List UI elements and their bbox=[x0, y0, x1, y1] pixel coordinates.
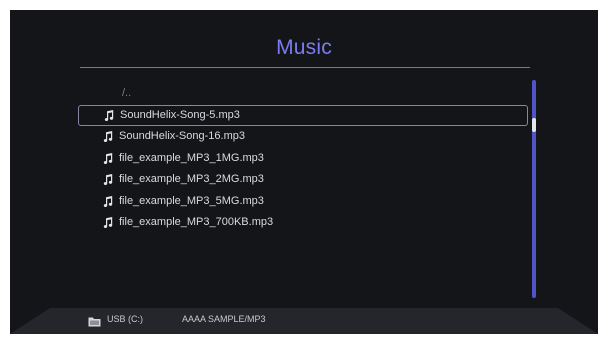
music-note-icon bbox=[104, 109, 114, 121]
file-name: file_example_MP3_5MG.mp3 bbox=[119, 194, 264, 207]
drive-label: USB (C:) bbox=[107, 314, 143, 324]
file-name: file_example_MP3_1MG.mp3 bbox=[119, 151, 264, 164]
music-note-icon bbox=[103, 152, 113, 164]
file-list: /.. SoundHelix-Song-5.mp3 SoundHelix-Son… bbox=[78, 83, 528, 234]
title-divider bbox=[80, 67, 530, 68]
current-path: AAAA SAMPLE/MP3 bbox=[182, 314, 266, 324]
status-bar-bevel-left bbox=[10, 308, 50, 334]
file-item[interactable]: SoundHelix-Song-16.mp3 bbox=[78, 126, 528, 148]
file-item[interactable]: file_example_MP3_700KB.mp3 bbox=[78, 212, 528, 234]
media-player-screen: Music /.. SoundHelix-Song-5.mp3 SoundHel… bbox=[10, 10, 598, 334]
music-note-icon bbox=[103, 217, 113, 228]
music-note-icon bbox=[103, 174, 113, 185]
file-item[interactable]: file_example_MP3_2MG.mp3 bbox=[78, 169, 528, 191]
scrollbar-thumb[interactable] bbox=[532, 118, 536, 132]
file-name: file_example_MP3_700KB.mp3 bbox=[119, 216, 274, 228]
file-item[interactable]: SoundHelix-Song-5.mp3 bbox=[78, 104, 528, 126]
file-item[interactable]: file_example_MP3_1MG.mp3 bbox=[78, 148, 528, 170]
file-name: SoundHelix-Song-16.mp3 bbox=[119, 130, 245, 142]
file-name: file_example_MP3_2MG.mp3 bbox=[119, 173, 264, 185]
status-bar-bevel-right bbox=[558, 308, 598, 334]
parent-directory-item[interactable]: /.. bbox=[78, 83, 528, 105]
music-note-icon bbox=[103, 131, 113, 142]
page-title: Music bbox=[276, 36, 332, 59]
folder-icon bbox=[88, 317, 101, 327]
status-bar: USB (C:) AAAA SAMPLE/MP3 bbox=[10, 308, 598, 334]
music-note-icon bbox=[103, 195, 113, 207]
file-item[interactable]: file_example_MP3_5MG.mp3 bbox=[78, 191, 528, 213]
scrollbar-track[interactable] bbox=[532, 80, 536, 298]
parent-directory-label: /.. bbox=[122, 87, 132, 99]
file-name: SoundHelix-Song-5.mp3 bbox=[120, 108, 240, 121]
